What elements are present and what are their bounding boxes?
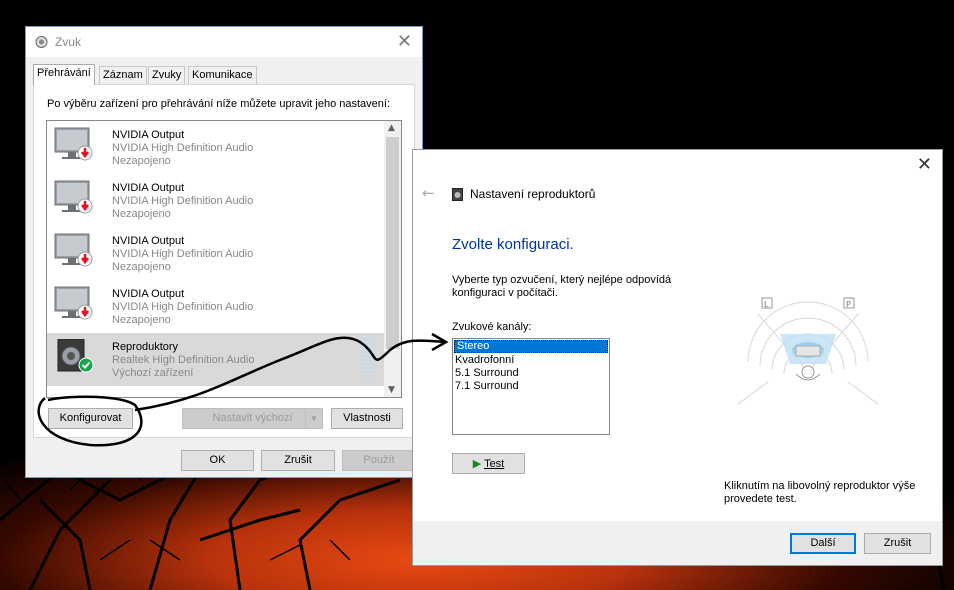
scroll-up-icon[interactable]: ▲ <box>388 123 395 133</box>
device-status: Nezapojeno <box>112 261 171 273</box>
sound-titlebar[interactable]: Zvuk ✕ <box>26 27 422 57</box>
scroll-thumb[interactable] <box>386 137 399 349</box>
next-button[interactable]: Další <box>790 533 856 554</box>
monitor-unplugged-icon <box>54 180 93 214</box>
right-speaker-icon[interactable]: P <box>843 297 855 309</box>
properties-button[interactable]: Vlastnosti <box>331 408 403 429</box>
device-status: Nezapojeno <box>112 155 171 167</box>
right-speaker-label: P <box>846 300 851 309</box>
left-speaker-icon[interactable]: L <box>761 297 773 309</box>
setup-title: Nastavení reproduktorů <box>470 187 596 201</box>
channel-option-selected[interactable]: Stereo <box>454 340 608 353</box>
device-name: NVIDIA Output <box>112 235 185 247</box>
ok-button[interactable]: OK <box>181 450 254 471</box>
cancel-button[interactable]: Zrušit <box>864 533 931 554</box>
sound-title: Zvuk <box>55 35 82 49</box>
test-label: Test <box>484 458 505 470</box>
device-list[interactable]: NVIDIA Output NVIDIA High Definition Aud… <box>46 120 402 398</box>
device-name: NVIDIA Output <box>112 129 185 141</box>
speaker-icon <box>35 36 48 48</box>
channels-listbox[interactable]: Stereo Kvadrofonní 5.1 Surround 7.1 Surr… <box>452 338 610 435</box>
channel-option[interactable]: Kvadrofonní <box>453 354 609 367</box>
device-name: Reproduktory <box>112 341 179 353</box>
dropdown-arrow-icon[interactable]: ▼ <box>305 409 322 428</box>
device-list-scrollbar[interactable]: ▲ ▼ <box>384 121 401 397</box>
tab-playback[interactable]: Přehrávání <box>33 64 95 85</box>
playback-hint: Po výběru zařízení pro přehrávání níže m… <box>47 98 391 110</box>
device-item[interactable]: NVIDIA Output NVIDIA High Definition Aud… <box>47 227 385 280</box>
test-button[interactable]: ▶ Test <box>452 453 525 474</box>
setup-heading: Zvolte konfiguraci. <box>452 236 574 253</box>
device-driver: NVIDIA High Definition Audio <box>112 248 254 260</box>
tab-sounds[interactable]: Zvuky <box>148 66 186 84</box>
channel-option[interactable]: 7.1 Surround <box>453 380 609 393</box>
channel-option[interactable]: 5.1 Surround <box>453 367 609 380</box>
device-item[interactable]: NVIDIA Output NVIDIA High Definition Aud… <box>47 174 385 227</box>
set-default-button[interactable]: Nastavit výchozí ▼ <box>182 408 323 429</box>
sound-dialog: Zvuk ✕ Přehrávání Záznam Zvuky Komunikac… <box>25 26 423 478</box>
tab-communication[interactable]: Komunikace <box>188 66 257 84</box>
cancel-button[interactable]: Zrušit <box>261 450 335 471</box>
device-name: NVIDIA Output <box>112 182 185 194</box>
channels-label: Zvukové kanály: <box>452 321 532 333</box>
playback-panel: Po výběru zařízení pro přehrávání níže m… <box>33 84 415 438</box>
set-default-label: Nastavit výchozí <box>212 412 293 424</box>
speaker-default-icon <box>57 339 94 373</box>
device-status: Výchozí zařízení <box>112 367 194 379</box>
setup-description: Vyberte typ ozvučení, který nejlépe odpo… <box>452 274 672 299</box>
speaker-setup-dialog: ✕ ← Nastavení reproduktorů Zvolte konfig… <box>412 149 943 566</box>
apply-button[interactable]: Použít <box>342 450 416 471</box>
device-name: NVIDIA Output <box>112 288 185 300</box>
scroll-down-icon[interactable]: ▼ <box>388 385 395 395</box>
setup-footer: Další Zrušit <box>413 521 942 565</box>
speaker-layout-diagram: L P <box>738 297 878 405</box>
device-status: Nezapojeno <box>112 314 171 326</box>
monitor-unplugged-icon <box>54 233 93 267</box>
configure-button[interactable]: Konfigurovat <box>48 408 133 429</box>
volume-meter <box>360 339 374 379</box>
speaker-icon <box>452 188 463 201</box>
back-arrow-icon[interactable]: ← <box>422 184 435 202</box>
device-item[interactable]: NVIDIA Output NVIDIA High Definition Aud… <box>47 121 385 174</box>
device-driver: NVIDIA High Definition Audio <box>112 142 254 154</box>
monitor-unplugged-icon <box>54 286 93 320</box>
tab-recording[interactable]: Záznam <box>99 66 147 84</box>
device-item-selected[interactable]: Reproduktory Realtek High Definition Aud… <box>47 333 385 386</box>
close-icon[interactable]: ✕ <box>397 31 412 52</box>
device-driver: Realtek High Definition Audio <box>112 354 255 366</box>
left-speaker-label: L <box>764 300 769 309</box>
close-icon[interactable]: ✕ <box>917 154 932 175</box>
device-driver: NVIDIA High Definition Audio <box>112 301 254 313</box>
test-note: Kliknutím na libovolný reproduktor výše … <box>724 480 916 505</box>
device-status: Nezapojeno <box>112 208 171 220</box>
device-driver: NVIDIA High Definition Audio <box>112 195 254 207</box>
monitor-unplugged-icon <box>54 127 93 161</box>
device-item[interactable]: NVIDIA Output NVIDIA High Definition Aud… <box>47 280 385 333</box>
play-icon: ▶ <box>472 457 482 470</box>
